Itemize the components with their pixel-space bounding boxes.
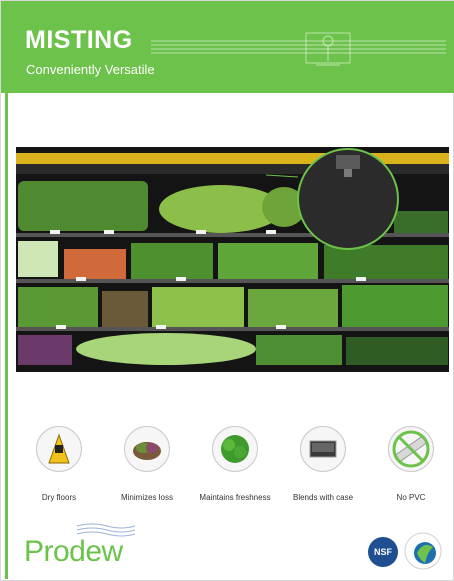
- feature-label: Maintains freshness: [199, 493, 271, 502]
- feature-no-pvc: No PVC: [367, 426, 454, 502]
- feature-icons-row: Dry floors Minimizes loss Maintains fres…: [11, 426, 451, 506]
- feature-dry-floors: Dry floors: [15, 426, 103, 502]
- wet-floor-sign-icon: [36, 426, 82, 472]
- decorative-lines-graphic: [151, 32, 446, 66]
- feature-blends-with-case: Blends with case: [279, 426, 367, 502]
- brand-logo: Prodew: [24, 535, 123, 568]
- feature-minimizes-loss: Minimizes loss: [103, 426, 191, 502]
- feature-label: Blends with case: [292, 493, 354, 502]
- green-seal-logo: [404, 532, 442, 570]
- brochure-page: MISTING Conveniently Versatile Dry floor…: [0, 0, 454, 581]
- page-subtitle: Conveniently Versatile: [26, 62, 155, 77]
- page-title: MISTING: [25, 26, 133, 54]
- feature-maintains-freshness: Maintains freshness: [191, 426, 279, 502]
- header-banner: MISTING Conveniently Versatile: [1, 1, 454, 93]
- feature-label: No PVC: [396, 493, 426, 502]
- feature-label: Dry floors: [41, 493, 77, 502]
- nsf-certification-logo: NSF: [368, 537, 398, 567]
- no-pvc-tubing-icon: [388, 426, 434, 472]
- lettuce-bowl-icon: [124, 426, 170, 472]
- feature-label: Minimizes loss: [120, 493, 173, 502]
- produce-case-photo: [16, 147, 449, 372]
- case-panel-icon: [300, 426, 346, 472]
- left-accent-rule: [5, 93, 8, 579]
- leafy-greens-icon: [212, 426, 258, 472]
